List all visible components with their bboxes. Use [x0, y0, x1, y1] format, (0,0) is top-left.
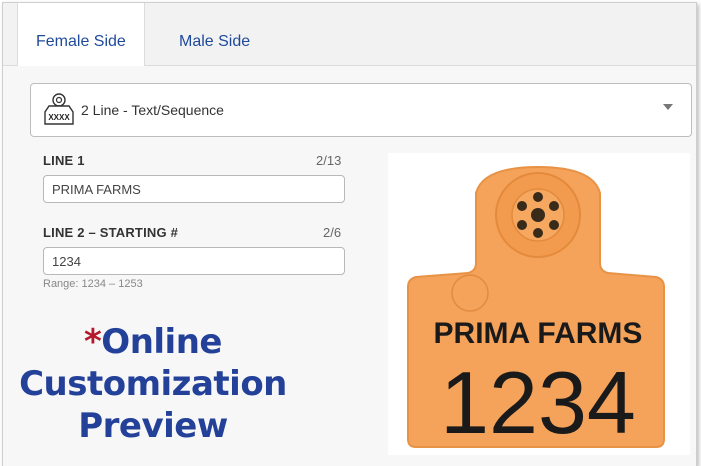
promo-line-2: Customization — [19, 364, 287, 404]
line2-range: Range: 1234 – 1253 — [43, 278, 143, 290]
promo-line-3: Preview — [78, 406, 228, 446]
tag-style-selected: 2 Line - Text/Sequence — [81, 102, 224, 118]
tag-icon-text: XXXX — [48, 113, 70, 122]
chevron-down-icon — [663, 104, 673, 110]
tag-style-select[interactable]: XXXX 2 Line - Text/Sequence — [30, 83, 692, 137]
line1-count: 2/13 — [316, 153, 342, 168]
line2-count: 2/6 — [323, 225, 342, 240]
line1-input[interactable]: PRIMA FARMS — [43, 175, 345, 203]
line2-input[interactable]: 1234 — [43, 247, 345, 275]
promo-line-1: Online — [101, 322, 222, 362]
ear-tag-icon: XXXX — [41, 92, 77, 131]
preview-line-1: PRIMA FARMS — [434, 317, 643, 350]
tab-female-side[interactable]: Female Side — [17, 3, 145, 66]
tab-male-side[interactable]: Male Side — [161, 3, 268, 65]
side-tabs: Female Side Male Side — [3, 3, 696, 66]
promo-caption: *Online Customization Preview — [3, 321, 303, 447]
line1-label: LINE 1 — [43, 153, 85, 168]
promo-star: * — [84, 322, 102, 362]
preview-line-2: 1234 — [440, 353, 636, 452]
customizer-panel: Female Side Male Side XXXX 2 Line - Text… — [2, 2, 697, 466]
line2-label: LINE 2 – STARTING # — [43, 225, 179, 240]
tag-preview: PRIMA FARMS 1234 — [388, 153, 690, 455]
